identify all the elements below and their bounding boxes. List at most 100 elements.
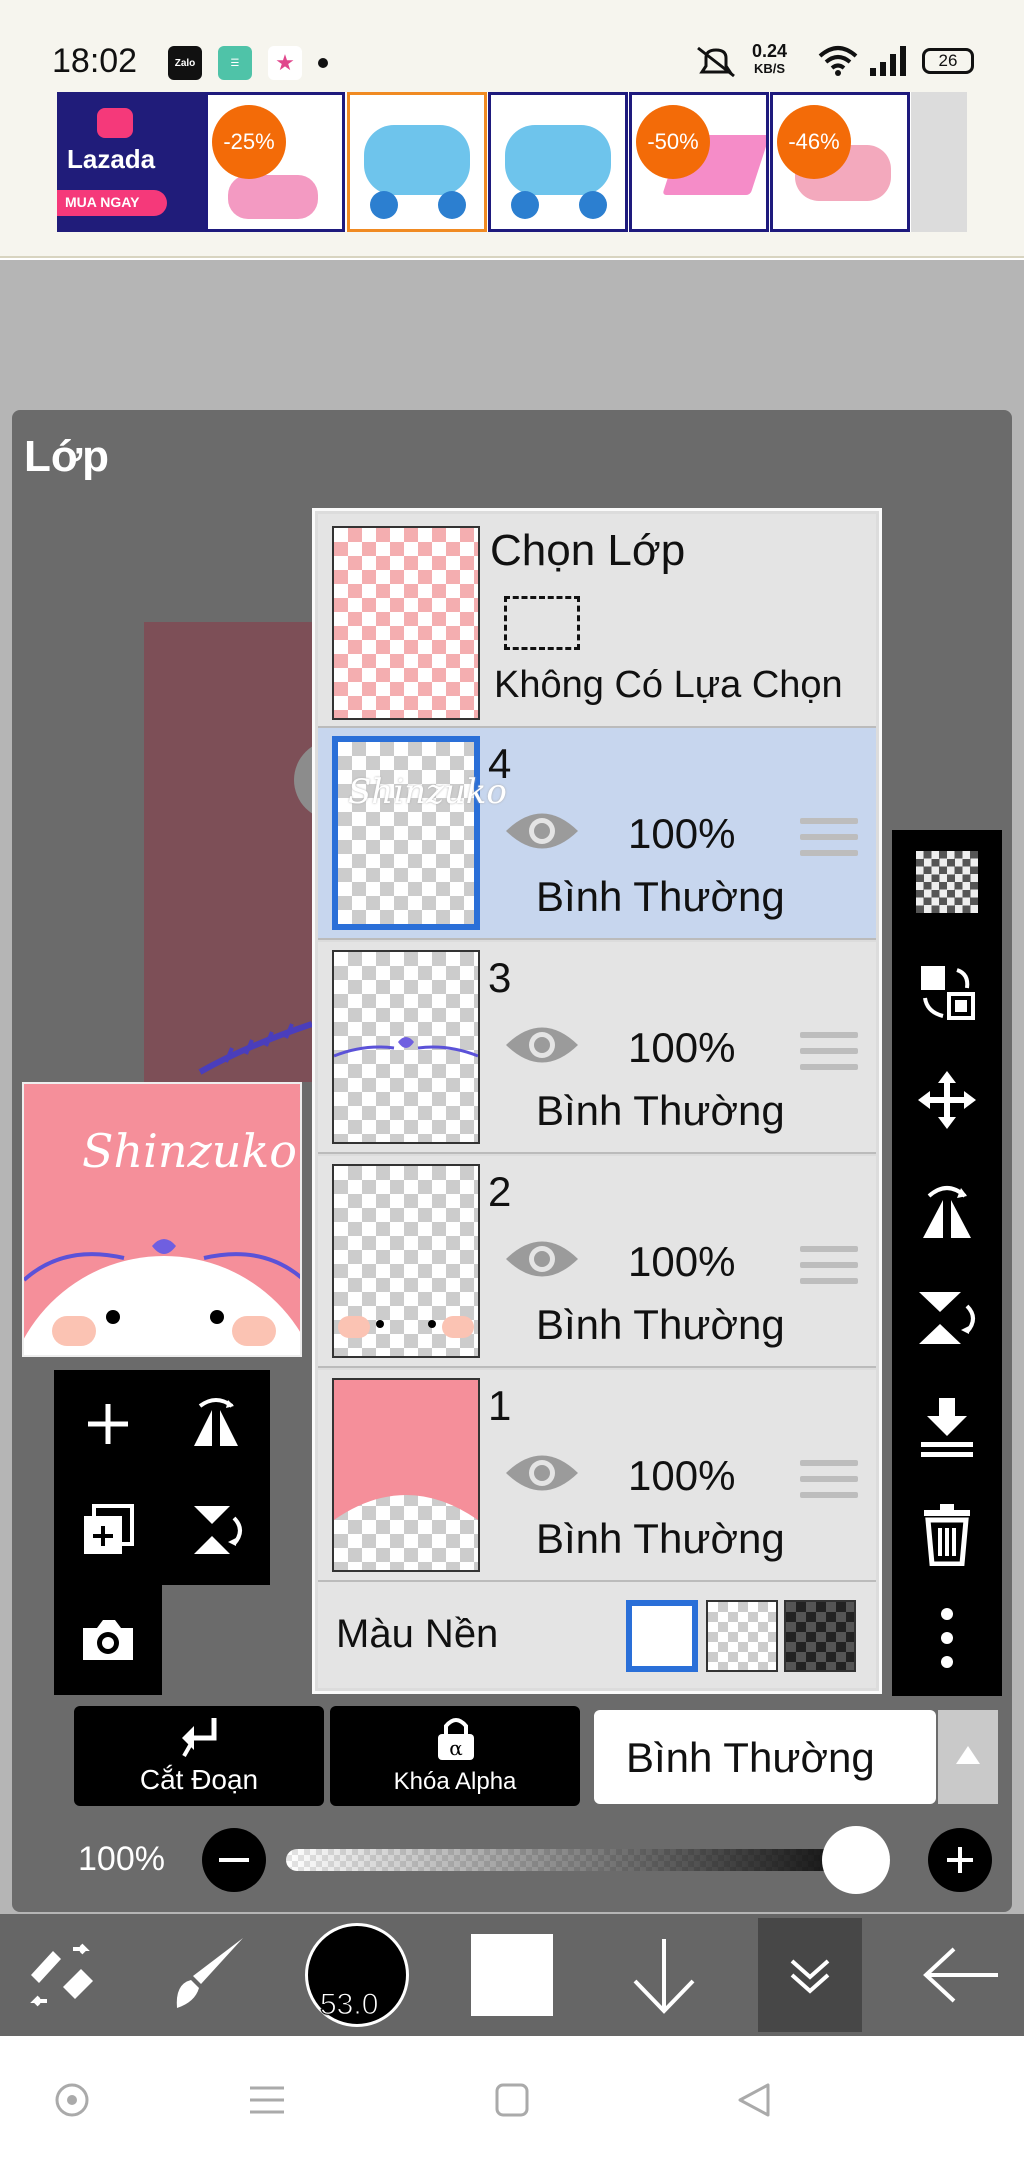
lazada-ad[interactable]: Lazada MUA NGAY — [57, 92, 205, 232]
layer-opacity: 100% — [628, 1238, 736, 1285]
layer-panel-toggle-button[interactable] — [758, 1918, 862, 2032]
bg-white-swatch[interactable] — [626, 1600, 698, 1672]
flip-horizontal-button[interactable] — [176, 1384, 256, 1464]
visibility-toggle[interactable] — [504, 808, 580, 854]
trash-icon — [924, 1504, 970, 1566]
circle-dot-icon — [55, 2083, 89, 2117]
nav-home-button[interactable] — [494, 2082, 530, 2118]
layer-number: 2 — [488, 1168, 512, 1215]
selection-layer-row[interactable]: Chọn Lớp Không Có Lựa Chọn — [318, 514, 876, 728]
layer-row[interactable]: 2 100% Bình Thường — [318, 1156, 876, 1368]
flip-h-button[interactable] — [907, 1170, 987, 1250]
layer-row[interactable]: 1 100% Bình Thường — [318, 1370, 876, 1582]
alpha-lock-button[interactable]: α Khóa Alpha — [330, 1706, 580, 1806]
checker-icon — [916, 851, 978, 913]
preview-cheek — [52, 1316, 96, 1346]
thumb-eye — [376, 1320, 384, 1328]
preview-eye — [210, 1310, 224, 1324]
svg-text:α: α — [449, 1736, 463, 1760]
drag-handle-icon[interactable] — [800, 1246, 858, 1294]
product-wheel — [438, 191, 466, 219]
layer-row[interactable]: Shinzuko 4 100% Bình Thường — [318, 728, 876, 940]
drag-handle-icon[interactable] — [800, 1460, 858, 1508]
camera-button[interactable] — [68, 1600, 148, 1680]
status-time: 18:02 — [52, 42, 138, 80]
flip-v-button[interactable] — [907, 1278, 987, 1358]
back-button[interactable] — [912, 1914, 1012, 2036]
opacity-increase-button[interactable] — [928, 1828, 992, 1892]
selection-title: Chọn Lớp — [490, 526, 686, 575]
layer-thumbnail: Shinzuko — [332, 736, 507, 930]
lock-icon: α — [438, 1718, 474, 1760]
canvas-preview[interactable]: Shinzuko — [22, 1082, 302, 1357]
blend-mode-select[interactable]: Bình Thường — [594, 1710, 936, 1804]
flip-vertical-icon — [919, 1292, 975, 1344]
layer-down-button[interactable] — [614, 1914, 714, 2036]
blend-mode-dropdown[interactable] — [938, 1710, 998, 1804]
zalo-icon: Zalo — [168, 46, 202, 80]
plus-icon — [947, 1847, 973, 1873]
eye-icon — [506, 1455, 578, 1491]
thumb-cheek — [442, 1316, 474, 1338]
brush-size-preview: 53.0 — [305, 1923, 409, 2027]
opacity-decrease-button[interactable] — [202, 1828, 266, 1892]
drag-handle-icon[interactable] — [800, 1032, 858, 1080]
opacity-slider[interactable] — [286, 1849, 890, 1871]
merge-down-button[interactable] — [907, 1386, 987, 1466]
opacity-slider-thumb[interactable] — [822, 1826, 890, 1894]
flip-horizontal-icon — [194, 1398, 238, 1446]
wifi-icon — [818, 44, 858, 76]
selection-status: Không Có Lựa Chọn — [494, 664, 843, 706]
tool-switch-button[interactable] — [18, 1914, 108, 2036]
layer-row[interactable]: 3 100% Bình Thường — [318, 942, 876, 1154]
flip-vertical-button[interactable] — [176, 1490, 256, 1570]
transparency-button[interactable] — [907, 842, 987, 922]
color-swatch-button[interactable] — [462, 1914, 562, 2036]
nav-assistant-button[interactable] — [54, 2082, 90, 2118]
ad-product-2[interactable] — [347, 92, 487, 232]
layer-thumbnail — [332, 950, 480, 1144]
visibility-toggle[interactable] — [504, 1022, 580, 1068]
clipping-button[interactable]: Cắt Đoạn — [74, 1706, 324, 1806]
canvas-background — [144, 622, 314, 1082]
brush-size-button[interactable]: 53.0 — [302, 1914, 412, 2036]
layer-thumbnail — [332, 1164, 480, 1358]
visibility-toggle[interactable] — [504, 1236, 580, 1282]
visibility-toggle[interactable] — [504, 1450, 580, 1496]
ad-product-3[interactable] — [488, 92, 628, 232]
move-selection-button[interactable] — [907, 952, 987, 1032]
bg-dark-swatch[interactable] — [784, 1600, 856, 1672]
more-vertical-icon — [941, 1608, 953, 1668]
ad-product-5[interactable]: -46% — [770, 92, 910, 232]
bottom-toolbar: 53.0 — [0, 1914, 1024, 2036]
drag-handle-icon[interactable] — [800, 818, 858, 866]
layer-opacity: 100% — [628, 1024, 736, 1071]
canvas-stroke — [196, 1016, 316, 1076]
ad-product-1[interactable]: -25% — [205, 92, 345, 232]
more-options-button[interactable] — [907, 1598, 987, 1678]
move-layer-button[interactable] — [907, 1060, 987, 1140]
ad-product-4[interactable]: -50% — [629, 92, 769, 232]
triangle-up-icon — [956, 1746, 980, 1764]
delete-layer-button[interactable] — [907, 1494, 987, 1574]
brush-tool-button[interactable] — [160, 1914, 260, 2036]
net-speed: 0.24 KB/S — [752, 41, 788, 76]
layer-number: 4 — [488, 740, 512, 787]
merge-down-icon — [921, 1398, 973, 1457]
eye-icon — [506, 1241, 578, 1277]
nav-back-button[interactable] — [736, 2082, 772, 2118]
layer-number: 3 — [488, 954, 512, 1001]
discount-badge: -46% — [777, 105, 851, 179]
layer-blend-mode: Bình Thường — [536, 1087, 785, 1134]
clip-arrow-icon — [182, 1718, 217, 1757]
layer-opacity: 100% — [628, 810, 736, 857]
ad-product-partial — [911, 92, 967, 232]
bg-transparent-swatch[interactable] — [706, 1600, 778, 1672]
nav-recents-button[interactable] — [248, 2084, 286, 2116]
alpha-lock-label: Khóa Alpha — [393, 1768, 517, 1795]
background-color-row: Màu Nền — [318, 1582, 876, 1688]
layer-opacity: 100% — [628, 1452, 736, 1499]
add-layer-button[interactable] — [68, 1384, 148, 1464]
duplicate-icon — [84, 1504, 134, 1554]
duplicate-layer-button[interactable] — [68, 1490, 148, 1570]
